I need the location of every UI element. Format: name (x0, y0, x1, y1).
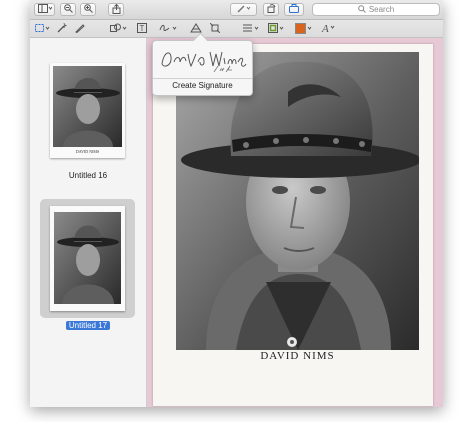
popover-divider (153, 78, 252, 79)
zoom-out-icon (63, 4, 73, 15)
search-field[interactable]: Search (312, 3, 440, 16)
sign-tool[interactable] (159, 22, 179, 35)
rotate-icon (267, 4, 276, 15)
portrait-photo (176, 52, 419, 350)
share-button[interactable] (108, 3, 124, 16)
sketch-icon (75, 23, 85, 35)
fill-color-tool[interactable] (295, 22, 314, 35)
portrait-caption: DAVID NIMS (260, 350, 335, 362)
document-page: DAVID NIMS (153, 44, 433, 406)
thumbnail-label-selected: Untitled 17 (30, 321, 146, 330)
text-style-label: A (322, 22, 329, 35)
main-toolbar: Search (30, 0, 443, 20)
text-style-tool[interactable]: A (322, 22, 337, 35)
thumbnail-untitled-16[interactable]: DAVID NIMS (50, 63, 125, 158)
selection-tool[interactable] (35, 22, 51, 35)
preview-window: Search T A DAVID NIMS Untitled 16 Untitl… (30, 0, 443, 407)
thumbnail-untitled-17[interactable] (50, 206, 125, 311)
shapes-icon (110, 23, 128, 35)
line-style-icon (243, 23, 261, 35)
selected-label: Untitled 17 (65, 321, 111, 330)
rect-selection-icon (35, 23, 51, 35)
fill-color-swatch (295, 23, 306, 34)
saved-signature[interactable] (158, 44, 247, 74)
zoom-in-button[interactable] (80, 3, 96, 16)
thumbnail-label: Untitled 16 (68, 171, 108, 180)
thumbnail-photo (53, 66, 122, 147)
resize-icon (209, 22, 221, 35)
svg-text:T: T (140, 24, 145, 33)
magic-wand-icon (57, 22, 67, 35)
share-icon (112, 3, 121, 16)
markup-pen-button[interactable] (230, 3, 257, 16)
toolbox-icon (289, 4, 299, 15)
toolbox-button[interactable] (284, 3, 304, 16)
rotate-button[interactable] (263, 3, 279, 16)
signature-icon (159, 23, 179, 35)
pen-icon (236, 4, 252, 15)
thumbnail-sidebar: DAVID NIMS Untitled 16 Untitled 17 + (30, 38, 147, 407)
border-color-tool[interactable] (268, 22, 286, 35)
create-signature-button[interactable]: Create Signature (153, 81, 252, 90)
thumbnail-caption: DAVID NIMS (75, 149, 100, 154)
text-box-icon: T (137, 22, 147, 35)
sidebar-icon (37, 4, 52, 15)
search-icon (358, 4, 366, 15)
signature-popover: Create Signature (152, 40, 253, 96)
markup-toolbar: T A (30, 20, 443, 38)
adjust-size-tool[interactable] (209, 22, 221, 35)
zoom-in-icon (83, 4, 93, 15)
chevron-down-icon (329, 22, 337, 35)
shapes-tool[interactable] (110, 22, 128, 35)
instant-alpha-tool[interactable] (57, 22, 67, 35)
search-placeholder: Search (368, 5, 395, 14)
thumbnail-photo (54, 212, 121, 304)
zoom-out-button[interactable] (60, 3, 76, 16)
text-box-tool[interactable]: T (137, 22, 147, 35)
shape-style-tool[interactable] (243, 22, 261, 35)
sidebar-toggle-button[interactable] (34, 3, 55, 16)
border-color-icon (268, 22, 286, 35)
sketch-tool[interactable] (75, 22, 85, 35)
chevron-down-icon (306, 23, 314, 35)
